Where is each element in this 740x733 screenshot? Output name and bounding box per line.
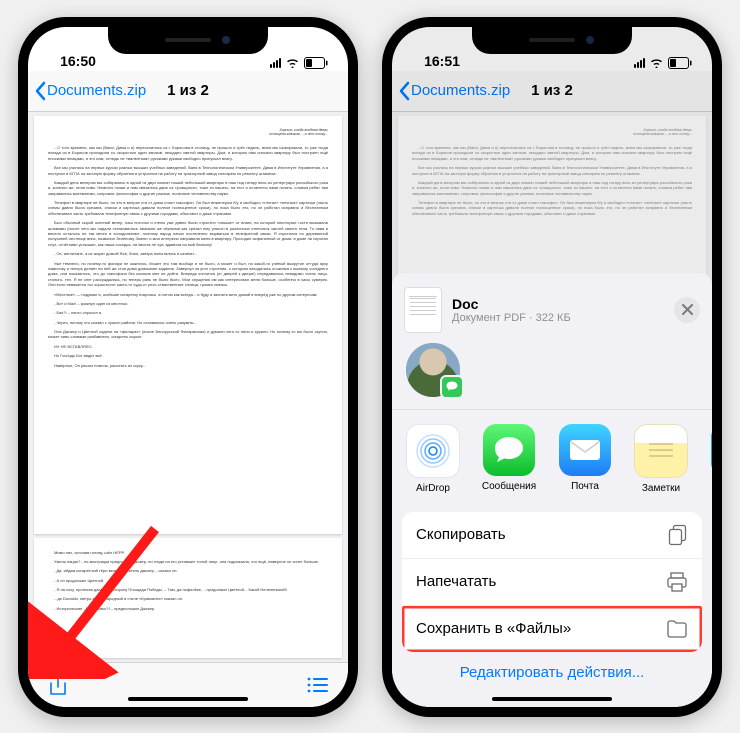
home-indicator[interactable] [492, 697, 612, 701]
app-label: Сообщения [482, 481, 536, 492]
screen-left: 16:50 Documents.zip 1 [28, 27, 348, 707]
copy-action[interactable]: Скопировать [402, 512, 702, 559]
wifi-icon [285, 57, 300, 68]
messages-app[interactable]: Сообщения [480, 424, 538, 494]
back-button[interactable]: Documents.zip [34, 81, 146, 101]
airdrop-icon [406, 424, 460, 478]
print-action[interactable]: Напечатать [402, 559, 702, 606]
back-label: Documents.zip [47, 82, 146, 99]
airdrop-app[interactable]: AirDrop [404, 424, 462, 494]
action-label: Скопировать [416, 526, 506, 543]
signal-icon [270, 58, 281, 68]
document-title: Doc [452, 296, 664, 312]
status-indicators [258, 57, 328, 69]
document-page-2: Мимо них, склонив голову, шёл НЕРР. Хмел… [34, 538, 342, 658]
action-label: Напечатать [416, 573, 496, 590]
app-icon-partial [711, 424, 712, 476]
notes-icon [634, 424, 688, 478]
messages-icon [483, 424, 535, 476]
apps-row: AirDrop Сообщения Почта [392, 410, 712, 508]
actions-group: Скопировать Напечатать Сохранить в «Файл… [402, 512, 702, 652]
share-sheet: Doc Документ PDF · 322 КБ [392, 273, 712, 707]
phone-left: 16:50 Documents.zip 1 [18, 17, 358, 717]
phone-right: 16:51 Documents.zip 1 [382, 17, 722, 717]
chevron-left-icon [34, 81, 46, 101]
mail-icon [559, 424, 611, 476]
app-label: AirDrop [416, 483, 450, 494]
printer-icon [666, 572, 688, 592]
share-button[interactable] [46, 673, 70, 697]
document-info: Doc Документ PDF · 322 КБ [452, 296, 664, 324]
list-toggle-button[interactable] [306, 673, 330, 697]
people-row [392, 343, 712, 410]
notch [108, 26, 268, 54]
document-thumbnail-icon [404, 287, 442, 333]
document-page-1: Хорошо, когда входная дверь оснащена гла… [34, 116, 342, 534]
action-label: Сохранить в «Файлы» [416, 620, 571, 637]
app-partial[interactable] [708, 424, 712, 494]
edit-actions-button[interactable]: Редактировать действия... [392, 652, 712, 681]
nav-bar: Documents.zip 1 из 2 [28, 71, 348, 112]
app-label: Почта [571, 481, 599, 492]
messages-badge-icon [440, 375, 464, 399]
suggested-contact[interactable] [404, 343, 462, 397]
document-viewer[interactable]: Хорошо, когда входная дверь оснащена гла… [28, 112, 348, 662]
status-time: 16:50 [48, 53, 108, 69]
folder-icon [666, 620, 688, 638]
mail-app[interactable]: Почта [556, 424, 614, 494]
document-subtitle: Документ PDF · 322 КБ [452, 312, 664, 324]
notes-app[interactable]: Заметки [632, 424, 690, 494]
home-indicator[interactable] [128, 697, 248, 701]
screen-right: 16:51 Documents.zip 1 [392, 27, 712, 707]
app-label: Заметки [642, 483, 680, 494]
close-button[interactable] [674, 297, 700, 323]
nav-title: 1 из 2 [167, 82, 209, 99]
share-sheet-header: Doc Документ PDF · 322 КБ [392, 283, 712, 343]
copy-icon [668, 524, 688, 546]
battery-icon [304, 57, 328, 69]
save-to-files-action[interactable]: Сохранить в «Файлы» [402, 606, 702, 652]
